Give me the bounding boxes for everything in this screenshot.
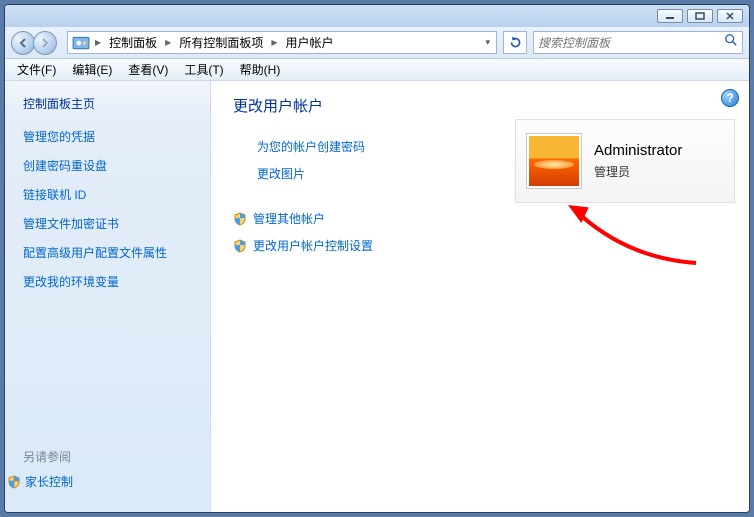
address-dropdown-icon[interactable]: ▾: [479, 37, 496, 48]
sidebar-link-advanced-profile[interactable]: 配置高级用户配置文件属性: [23, 244, 200, 261]
window-frame: ▶ 控制面板 ▶ 所有控制面板项 ▶ 用户帐户 ▾ 文件(F) 编辑(E) 查看…: [4, 4, 750, 513]
user-info: Administrator 管理员: [594, 142, 682, 180]
task-manage-other-accounts[interactable]: 管理其他帐户: [253, 210, 325, 227]
see-also-label: 另请参阅: [23, 448, 200, 465]
control-panel-home-link[interactable]: 控制面板主页: [23, 95, 200, 112]
minimize-button[interactable]: [657, 9, 683, 23]
crumb-chevron-icon: ▶: [268, 38, 280, 47]
menu-edit[interactable]: 编辑(E): [64, 59, 120, 80]
user-role: 管理员: [594, 163, 682, 180]
help-icon[interactable]: ?: [721, 89, 739, 107]
titlebar: [5, 5, 749, 27]
body-split: 控制面板主页 管理您的凭据 创建密码重设盘 链接联机 ID 管理文件加密证书 配…: [5, 81, 749, 512]
sidebar-link-env-vars[interactable]: 更改我的环境变量: [23, 273, 200, 290]
crumb-all-items[interactable]: 所有控制面板项: [174, 34, 268, 51]
sidebar-link-label: 家长控制: [25, 473, 73, 490]
maximize-button[interactable]: [687, 9, 713, 23]
search-icon[interactable]: [724, 33, 738, 52]
other-task-list: 管理其他帐户 更改用户帐户控制设置: [233, 210, 737, 254]
crumb-user-accounts[interactable]: 用户帐户: [281, 34, 339, 51]
sidebar-link-encryption-cert[interactable]: 管理文件加密证书: [23, 215, 200, 232]
sidebar-link-password-reset-disk[interactable]: 创建密码重设盘: [23, 157, 200, 174]
menu-help[interactable]: 帮助(H): [232, 59, 289, 80]
shield-icon: [233, 212, 247, 226]
refresh-button[interactable]: [503, 31, 527, 54]
sidebar-link-online-id[interactable]: 链接联机 ID: [23, 186, 200, 203]
menu-view[interactable]: 查看(V): [120, 59, 176, 80]
nav-buttons: [11, 30, 61, 56]
address-breadcrumb[interactable]: ▶ 控制面板 ▶ 所有控制面板项 ▶ 用户帐户 ▾: [67, 31, 497, 54]
menu-file[interactable]: 文件(F): [9, 59, 64, 80]
current-user-card: Administrator 管理员: [515, 119, 735, 203]
back-button[interactable]: [11, 31, 35, 55]
close-button[interactable]: [717, 9, 743, 23]
navigation-bar: ▶ 控制面板 ▶ 所有控制面板项 ▶ 用户帐户 ▾: [5, 27, 749, 59]
page-heading: 更改用户帐户: [233, 95, 737, 116]
task-change-uac-settings[interactable]: 更改用户帐户控制设置: [253, 237, 373, 254]
crumb-chevron-icon: ▶: [92, 38, 104, 47]
user-name: Administrator: [594, 142, 682, 159]
sidebar: 控制面板主页 管理您的凭据 创建密码重设盘 链接联机 ID 管理文件加密证书 配…: [5, 81, 211, 512]
menu-tools[interactable]: 工具(T): [176, 59, 231, 80]
crumb-control-panel[interactable]: 控制面板: [104, 34, 162, 51]
content-pane: ? 更改用户帐户 为您的帐户创建密码 更改图片 管理其他帐户 更改用户帐户控制设…: [211, 81, 749, 512]
forward-button[interactable]: [33, 31, 57, 55]
menu-bar: 文件(F) 编辑(E) 查看(V) 工具(T) 帮助(H): [5, 59, 749, 81]
search-input[interactable]: [538, 36, 724, 50]
sidebar-link-parental-controls[interactable]: 家长控制: [7, 473, 200, 490]
shield-icon: [233, 239, 247, 253]
shield-icon: [7, 475, 21, 489]
crumb-chevron-icon: ▶: [162, 38, 174, 47]
control-panel-icon: [72, 34, 90, 52]
search-box[interactable]: [533, 31, 743, 54]
sidebar-link-credentials[interactable]: 管理您的凭据: [23, 128, 200, 145]
user-avatar[interactable]: [526, 133, 582, 189]
